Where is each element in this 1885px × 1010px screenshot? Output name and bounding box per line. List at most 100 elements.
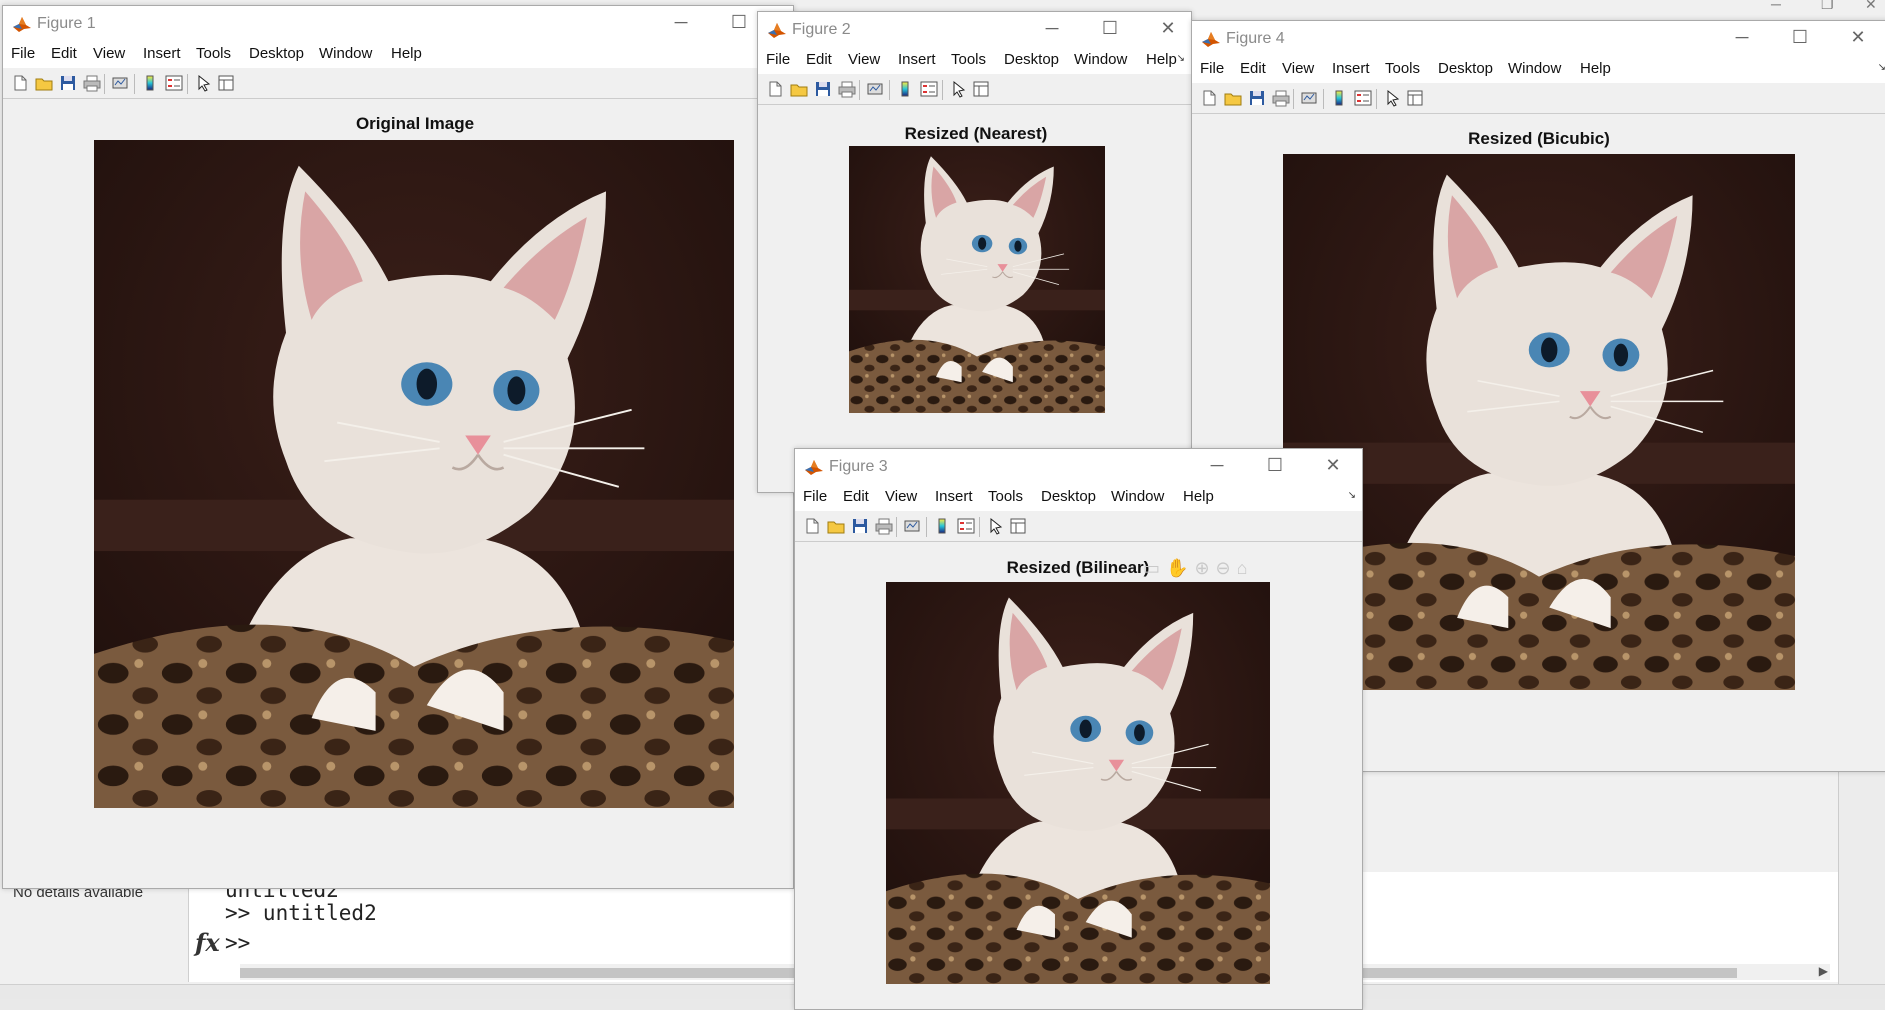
edit-plot-pointer-icon[interactable] (987, 517, 1005, 535)
legend-icon[interactable] (920, 80, 938, 98)
main-minimize-icon[interactable]: ─ (1771, 0, 1781, 12)
menu-window[interactable]: Window (319, 45, 372, 62)
fx-icon[interactable]: fx (195, 928, 220, 957)
open-folder-icon[interactable] (1224, 89, 1242, 107)
maximize-icon[interactable]: ☐ (727, 12, 751, 33)
legend-icon[interactable] (165, 74, 183, 92)
edit-plot-pointer-icon[interactable] (950, 80, 968, 98)
print-icon[interactable] (838, 80, 856, 98)
save-icon[interactable] (814, 80, 832, 98)
home-icon[interactable]: ⌂ (1237, 558, 1254, 578)
new-file-icon[interactable] (766, 80, 784, 98)
figure-4-titlebar[interactable]: Figure 4 ─ ☐ ✕ (1192, 21, 1885, 57)
menu-tools[interactable]: Tools (951, 51, 986, 68)
menu-insert[interactable]: Insert (1332, 60, 1370, 77)
figure-2-titlebar[interactable]: Figure 2 ─ ☐ ✕ (758, 12, 1191, 48)
main-close-icon[interactable]: ✕ (1865, 0, 1877, 13)
property-inspector-icon[interactable] (972, 80, 990, 98)
minimize-icon[interactable]: ─ (669, 12, 693, 33)
minimize-icon[interactable]: ─ (1040, 18, 1064, 39)
close-icon[interactable]: ✕ (1846, 27, 1870, 48)
save-icon[interactable] (59, 74, 77, 92)
link-plot-icon[interactable] (1300, 89, 1318, 107)
figure-1-titlebar[interactable]: Figure 1 ─ ☐ (3, 6, 793, 42)
colorbar-icon[interactable] (933, 517, 951, 535)
menu-tools[interactable]: Tools (988, 488, 1023, 505)
colorbar-icon[interactable] (1330, 89, 1348, 107)
menu-file[interactable]: File (11, 45, 35, 62)
colorbar-icon[interactable] (896, 80, 914, 98)
menu-help[interactable]: Help (391, 45, 422, 62)
link-plot-icon[interactable] (111, 74, 129, 92)
menu-edit[interactable]: Edit (1240, 60, 1266, 77)
legend-icon[interactable] (1354, 89, 1372, 107)
print-icon[interactable] (1272, 89, 1290, 107)
menu-help[interactable]: Help (1183, 488, 1214, 505)
close-icon[interactable]: ✕ (1321, 455, 1345, 476)
maximize-icon[interactable]: ☐ (1263, 455, 1287, 476)
dock-figure-icon[interactable]: ↘ (1348, 490, 1356, 501)
dock-figure-icon[interactable]: ↘ (1878, 62, 1885, 73)
legend-icon[interactable] (957, 517, 975, 535)
menu-file[interactable]: File (766, 51, 790, 68)
minimize-icon[interactable]: ─ (1205, 455, 1229, 476)
figure-3-titlebar[interactable]: Figure 3 ─ ☐ ✕ (795, 449, 1362, 485)
menu-view[interactable]: View (1282, 60, 1314, 77)
command-prompt[interactable]: >> (225, 931, 250, 955)
menu-help[interactable]: Help (1146, 51, 1177, 68)
open-folder-icon[interactable] (827, 517, 845, 535)
save-icon[interactable] (851, 517, 869, 535)
dock-figure-icon[interactable]: ↘ (1177, 53, 1185, 64)
menu-view[interactable]: View (93, 45, 125, 62)
property-inspector-icon[interactable] (1009, 517, 1027, 535)
menu-edit[interactable]: Edit (806, 51, 832, 68)
figure-1-window[interactable]: Figure 1 ─ ☐ File Edit View Insert Tools Desk… (2, 5, 794, 889)
link-plot-icon[interactable] (903, 517, 921, 535)
menu-edit[interactable]: Edit (843, 488, 869, 505)
menu-tools[interactable]: Tools (1385, 60, 1420, 77)
print-icon[interactable] (875, 517, 893, 535)
menu-insert[interactable]: Insert (898, 51, 936, 68)
menu-desktop[interactable]: Desktop (249, 45, 304, 62)
save-icon[interactable] (1248, 89, 1266, 107)
figure-3-window[interactable]: Figure 3 ─ ☐ ✕ File Edit View Insert Tools De… (794, 448, 1363, 1010)
scroll-right-arrow-icon[interactable]: ▶ (1819, 964, 1828, 978)
edit-plot-pointer-icon[interactable] (1384, 89, 1402, 107)
new-file-icon[interactable] (11, 74, 29, 92)
menu-desktop[interactable]: Desktop (1438, 60, 1493, 77)
menu-view[interactable]: View (885, 488, 917, 505)
zoom-in-icon[interactable]: ⊕ (1194, 558, 1215, 578)
property-inspector-icon[interactable] (217, 74, 235, 92)
axes-toolbar[interactable]: ▭✋⊕⊖⌂ (1143, 558, 1254, 579)
maximize-icon[interactable]: ☐ (1098, 18, 1122, 39)
main-restore-icon[interactable]: ❐ (1821, 0, 1834, 13)
menu-insert[interactable]: Insert (143, 45, 181, 62)
edit-plot-pointer-icon[interactable] (195, 74, 213, 92)
menu-insert[interactable]: Insert (935, 488, 973, 505)
menu-file[interactable]: File (1200, 60, 1224, 77)
new-file-icon[interactable] (803, 517, 821, 535)
menu-edit[interactable]: Edit (51, 45, 77, 62)
menu-file[interactable]: File (803, 488, 827, 505)
pan-icon[interactable]: ✋ (1166, 558, 1194, 578)
menu-view[interactable]: View (848, 51, 880, 68)
open-folder-icon[interactable] (790, 80, 808, 98)
print-icon[interactable] (83, 74, 101, 92)
menu-desktop[interactable]: Desktop (1041, 488, 1096, 505)
menu-tools[interactable]: Tools (196, 45, 231, 62)
zoom-out-icon[interactable]: ⊖ (1216, 558, 1237, 578)
open-folder-icon[interactable] (35, 74, 53, 92)
minimize-icon[interactable]: ─ (1730, 27, 1754, 48)
new-file-icon[interactable] (1200, 89, 1218, 107)
property-inspector-icon[interactable] (1406, 89, 1424, 107)
maximize-icon[interactable]: ☐ (1788, 27, 1812, 48)
close-icon[interactable]: ✕ (1156, 18, 1180, 39)
data-tips-icon[interactable]: ▭ (1143, 558, 1166, 578)
menu-desktop[interactable]: Desktop (1004, 51, 1059, 68)
link-plot-icon[interactable] (866, 80, 884, 98)
menu-window[interactable]: Window (1508, 60, 1561, 77)
colorbar-icon[interactable] (141, 74, 159, 92)
menu-window[interactable]: Window (1111, 488, 1164, 505)
menu-help[interactable]: Help (1580, 60, 1611, 77)
menu-window[interactable]: Window (1074, 51, 1127, 68)
